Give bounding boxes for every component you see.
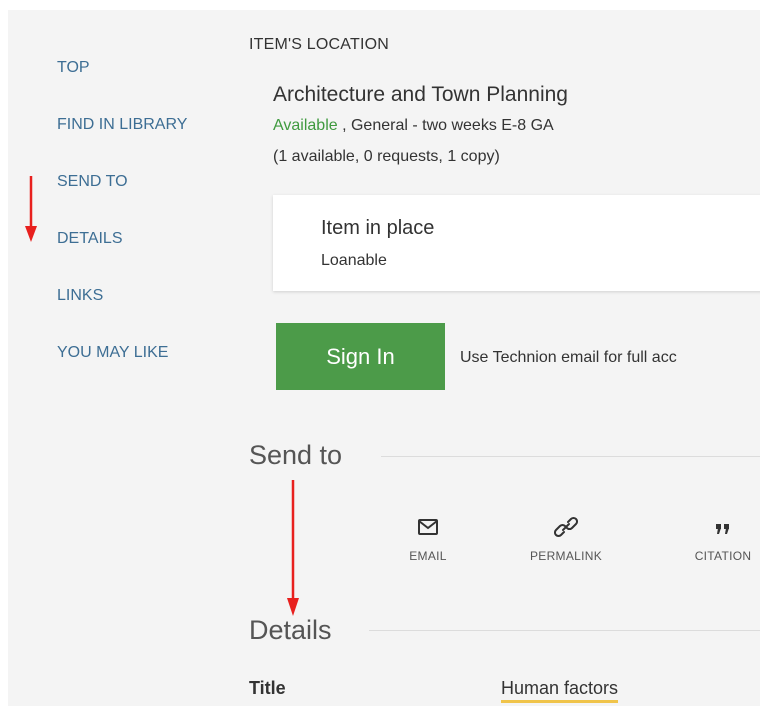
email-label: EMAIL xyxy=(409,549,447,563)
item-policy: Loanable xyxy=(321,252,387,269)
item-status: Item in place xyxy=(321,217,435,239)
link-icon xyxy=(554,516,578,538)
send-to-title: Send to xyxy=(249,440,343,470)
annotation-arrow-content xyxy=(287,480,299,616)
availability-line: Available , General - two weeks E-8 GA xyxy=(273,117,554,135)
sign-in-button[interactable]: Sign In xyxy=(276,323,445,390)
detail-title-value[interactable]: Human factors xyxy=(501,678,619,703)
quote-icon xyxy=(716,524,729,534)
detail-title-label: Title xyxy=(249,678,286,698)
library-name: Architecture and Town Planning xyxy=(273,83,568,106)
citation-label: CITATION xyxy=(694,549,752,563)
send-to-divider xyxy=(381,456,760,457)
permalink-action[interactable]: PERMALINK xyxy=(521,514,611,563)
availability-status: Available xyxy=(273,117,338,134)
availability-counts: (1 available, 0 requests, 1 copy) xyxy=(273,148,500,165)
nav-you-may-like[interactable]: YOU MAY LIKE xyxy=(57,344,168,362)
citation-action[interactable]: CITATION xyxy=(678,514,760,563)
nav-send-to[interactable]: SEND TO xyxy=(57,173,128,191)
sign-in-message: Use Technion email for full acc xyxy=(460,349,677,366)
nav-links[interactable]: LINKS xyxy=(57,287,103,305)
details-title: Details xyxy=(249,615,332,645)
envelope-icon xyxy=(418,519,438,535)
availability-location: , General - two weeks E-8 GA xyxy=(337,117,554,134)
item-location-heading: ITEM'S LOCATION xyxy=(249,36,389,53)
item-card[interactable]: Item in place Loanable xyxy=(273,195,760,291)
permalink-label: PERMALINK xyxy=(529,549,603,563)
email-action[interactable]: EMAIL xyxy=(383,514,473,563)
nav-top[interactable]: TOP xyxy=(57,59,90,77)
annotation-arrow-nav xyxy=(25,176,37,242)
details-divider xyxy=(369,630,760,631)
nav-details[interactable]: DETAILS xyxy=(57,230,123,248)
record-page: TOP FIND IN LIBRARY SEND TO DETAILS LINK… xyxy=(8,10,760,706)
nav-find-in-library[interactable]: FIND IN LIBRARY xyxy=(57,116,187,134)
